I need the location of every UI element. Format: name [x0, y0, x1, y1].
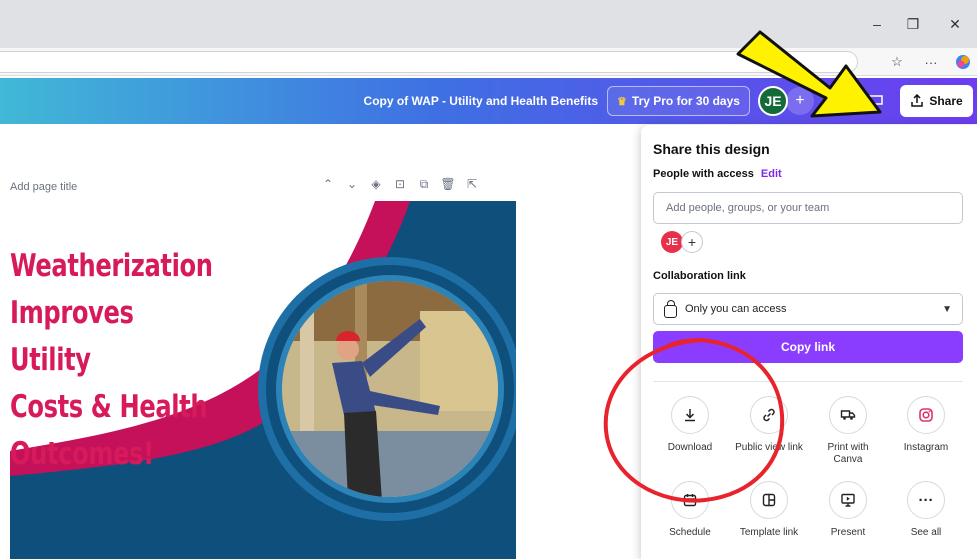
try-pro-label: Try Pro for 30 days	[631, 94, 740, 108]
access-level-value: Only you can access	[685, 303, 787, 315]
design-headline[interactable]: Weatherization Improves Utility Costs & …	[10, 243, 213, 478]
headline-line: Weatherization	[10, 248, 213, 284]
present-option[interactable]: Present	[808, 481, 888, 539]
download-option[interactable]: Download	[650, 396, 730, 454]
browser-toolbar	[0, 48, 977, 76]
people-access-label: People with access	[653, 168, 754, 180]
delete-page-icon[interactable]: 🗑	[440, 177, 456, 197]
template-link-label: Template link	[739, 527, 799, 538]
lock-page-icon[interactable]: ⊡	[392, 177, 408, 197]
calendar-icon	[671, 481, 709, 519]
instagram-label: Instagram	[903, 442, 949, 453]
share-button[interactable]: Share	[900, 85, 973, 117]
add-collaborator-button[interactable]: +	[786, 87, 814, 115]
page-title-input[interactable]: Add page title	[10, 178, 220, 196]
more-icon: ···	[907, 481, 945, 519]
page-up-icon[interactable]: ⌃	[320, 177, 336, 197]
edit-access-link[interactable]: Edit	[761, 168, 782, 180]
chevron-down-icon: ▼	[942, 303, 952, 315]
comment-icon[interactable]	[862, 88, 890, 114]
headline-line: Outcomes!	[10, 436, 154, 472]
public-view-link-label: Public view link	[735, 442, 803, 453]
page-down-icon[interactable]: ⌄	[344, 177, 360, 197]
restore-button[interactable]: ❐	[893, 14, 933, 34]
copilot-icon[interactable]	[950, 50, 976, 74]
add-people-input[interactable]	[653, 192, 963, 224]
collab-link-label: Collaboration link	[653, 270, 746, 282]
add-person-button[interactable]: +	[681, 231, 703, 253]
download-label: Download	[667, 442, 713, 453]
print-with-canva-label: Print with Canva	[827, 442, 869, 465]
add-page-icon[interactable]: ⇱	[464, 177, 480, 197]
address-bar[interactable]	[0, 51, 858, 73]
design-title[interactable]: Copy of WAP - Utility and Health Benefit…	[358, 91, 598, 111]
instagram-option[interactable]: Instagram	[886, 396, 966, 454]
copy-link-button[interactable]: Copy link	[653, 331, 963, 363]
template-icon	[750, 481, 788, 519]
more-menu-icon[interactable]: ···	[918, 50, 944, 74]
panel-divider	[653, 381, 963, 382]
present-label: Present	[830, 527, 866, 538]
headline-line: Improves Utility	[10, 295, 134, 378]
people-access-row: People with access Edit	[653, 168, 782, 180]
print-with-canva-option[interactable]: Print with Canva	[808, 396, 888, 466]
instagram-icon	[907, 396, 945, 434]
public-view-link-option[interactable]: Public view link	[729, 396, 809, 454]
headline-line: Costs & Health	[10, 389, 208, 425]
see-all-label: See all	[910, 527, 942, 538]
template-link-option[interactable]: Template link	[729, 481, 809, 539]
present-icon	[829, 481, 867, 519]
collaborator-avatar[interactable]: JE	[661, 231, 683, 253]
schedule-label: Schedule	[669, 527, 711, 538]
lock-icon	[664, 299, 677, 318]
schedule-option[interactable]: Schedule	[650, 481, 730, 539]
print-truck-icon	[829, 396, 867, 434]
share-label: Share	[929, 94, 963, 108]
close-button[interactable]: ✕	[935, 14, 975, 34]
favorites-icon[interactable]: ☆	[884, 50, 910, 74]
page-toolbar: ⌃ ⌄ ◈ ⊡ ⧉ 🗑 ⇱	[320, 177, 480, 197]
link-icon	[750, 396, 788, 434]
try-pro-button[interactable]: ♛ Try Pro for 30 days	[607, 86, 750, 116]
crown-icon: ♛	[617, 95, 627, 108]
upload-icon	[911, 94, 924, 107]
user-avatar[interactable]: JE	[758, 86, 788, 116]
browser-title-bar	[0, 0, 977, 48]
share-panel-title: Share this design	[653, 141, 770, 157]
download-icon	[671, 396, 709, 434]
see-all-option[interactable]: ··· See all	[886, 481, 966, 539]
access-level-select[interactable]: Only you can access ▼	[653, 293, 963, 325]
minimize-button[interactable]: –	[857, 14, 897, 34]
duplicate-page-icon[interactable]: ⧉	[416, 177, 432, 197]
hide-page-icon[interactable]: ◈	[368, 177, 384, 197]
